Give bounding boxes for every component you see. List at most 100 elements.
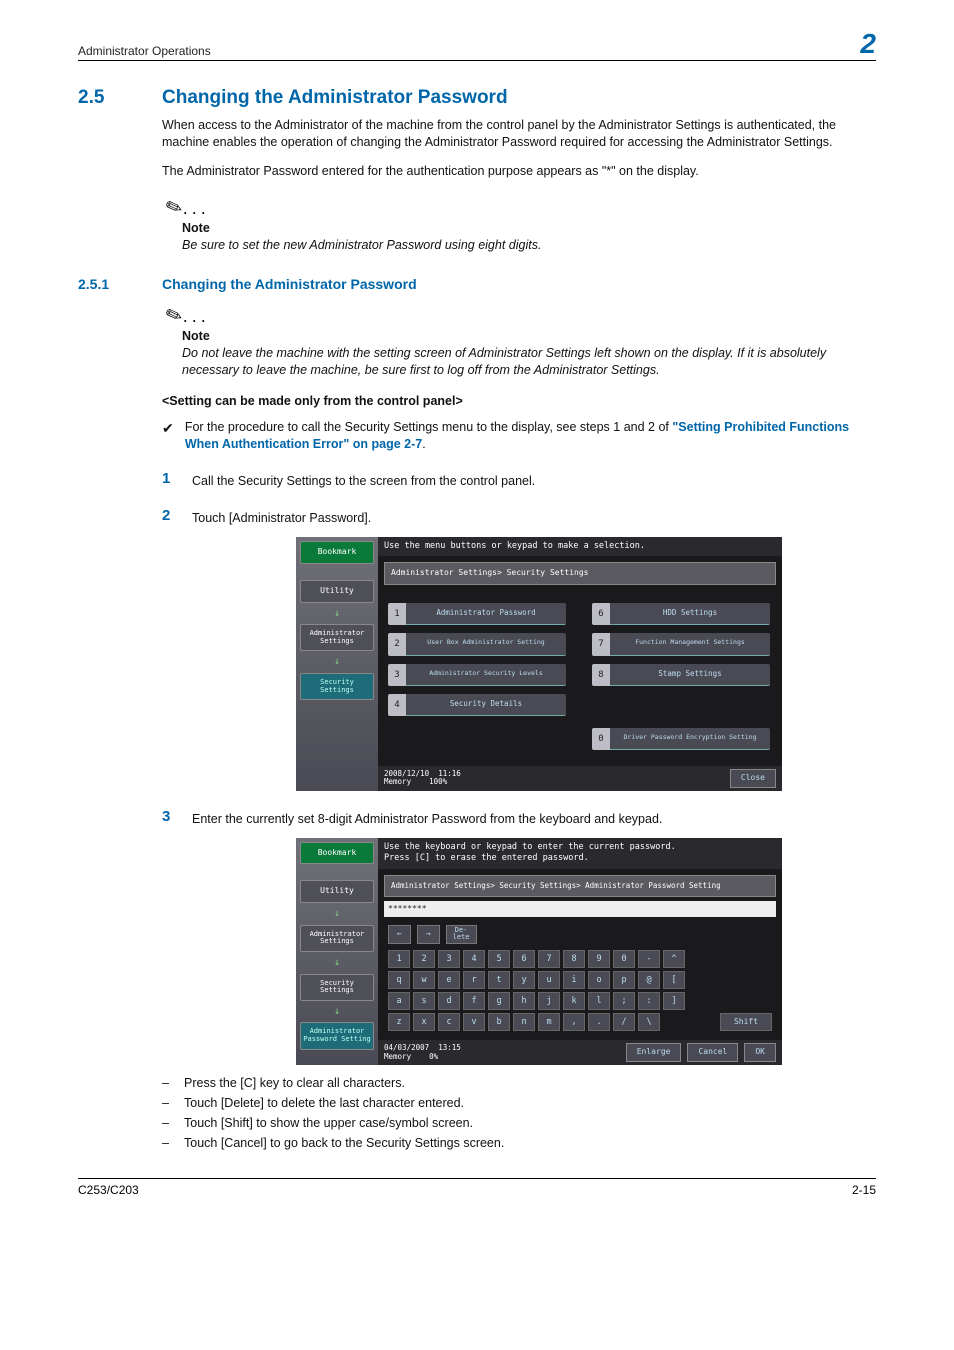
keyboard-key[interactable]: q (388, 971, 410, 989)
keyboard-key[interactable]: 9 (588, 950, 610, 968)
keyboard-key[interactable]: m (538, 1013, 560, 1031)
keyboard-key[interactable]: , (563, 1013, 585, 1031)
keyboard-key[interactable]: n (513, 1013, 535, 1031)
keyboard-key[interactable]: i (563, 971, 585, 989)
menu-grid: 1Administrator Password 6HDD Settings 2U… (378, 585, 782, 766)
keyboard-key[interactable]: \ (638, 1013, 660, 1031)
keyboard-key[interactable]: e (438, 971, 460, 989)
keyboard-key[interactable]: o (588, 971, 610, 989)
keyboard-key[interactable]: p (613, 971, 635, 989)
post-step-list: –Press the [C] key to clear all characte… (162, 1075, 876, 1152)
keyboard-key[interactable]: v (463, 1013, 485, 1031)
check-text: For the procedure to call the Security S… (185, 419, 876, 453)
arrow-down-icon: ↓ (300, 607, 374, 621)
keyboard-key[interactable]: ^ (663, 950, 685, 968)
menu-item-driver-pw-enc[interactable]: 0Driver Password Encryption Setting (592, 728, 770, 750)
keyboard-key[interactable]: t (488, 971, 510, 989)
bookmark-button[interactable]: Bookmark (300, 842, 374, 865)
keyboard-key[interactable]: : (638, 992, 660, 1010)
nav-utility[interactable]: Utility (300, 580, 374, 603)
keyboard-key[interactable]: 3 (438, 950, 460, 968)
nav-admin-pw-setting[interactable]: Administrator Password Setting (300, 1022, 374, 1049)
nav-admin-settings[interactable]: Administrator Settings (300, 624, 374, 651)
caret-left-button[interactable]: ← (388, 925, 411, 944)
page-footer: C253/C203 2-15 (78, 1178, 876, 1197)
panel-sidebar: Bookmark Utility ↓ Administrator Setting… (296, 838, 378, 1065)
body-paragraph: When access to the Administrator of the … (162, 117, 876, 151)
setting-scope-heading: <Setting can be made only from the contr… (162, 393, 876, 410)
keyboard-key[interactable]: 7 (538, 950, 560, 968)
close-button[interactable]: Close (730, 769, 776, 788)
cancel-button[interactable]: Cancel (687, 1043, 738, 1062)
keyboard-key[interactable]: 5 (488, 950, 510, 968)
keyboard-key[interactable]: 4 (463, 950, 485, 968)
panel-footer: 2008/12/10 11:16 Memory 100% Close (378, 766, 782, 791)
step-text: Touch [Administrator Password]. (192, 508, 371, 527)
keyboard-key[interactable]: s (413, 992, 435, 1010)
note-label: Note (182, 220, 876, 237)
ok-button[interactable]: OK (744, 1043, 776, 1062)
nav-security-settings[interactable]: Security Settings (300, 974, 374, 1001)
keyboard-key[interactable]: . (588, 1013, 610, 1031)
list-item: Press the [C] key to clear all character… (184, 1075, 405, 1092)
nav-utility[interactable]: Utility (300, 880, 374, 903)
list-item: Touch [Shift] to show the upper case/sym… (184, 1115, 473, 1132)
step-number: 1 (162, 471, 192, 486)
nav-security-settings[interactable]: Security Settings (300, 673, 374, 700)
keyboard-key[interactable]: d (438, 992, 460, 1010)
keyboard-key[interactable]: - (638, 950, 660, 968)
control-panel-screenshot-2: Bookmark Utility ↓ Administrator Setting… (296, 838, 782, 1065)
nav-admin-settings[interactable]: Administrator Settings (300, 925, 374, 952)
keyboard-key[interactable]: b (488, 1013, 510, 1031)
enlarge-button[interactable]: Enlarge (626, 1043, 682, 1062)
password-input[interactable]: ******** (384, 901, 776, 918)
keyboard-key[interactable]: ] (663, 992, 685, 1010)
keyboard-key[interactable]: f (463, 992, 485, 1010)
menu-item-security-details[interactable]: 4Security Details (388, 694, 566, 716)
keyboard-key[interactable]: 2 (413, 950, 435, 968)
keyboard-key[interactable]: z (388, 1013, 410, 1031)
note-body: Do not leave the machine with the settin… (182, 345, 876, 379)
menu-item-user-box-admin[interactable]: 2User Box Administrator Setting (388, 633, 566, 655)
keyboard-key[interactable]: @ (638, 971, 660, 989)
keyboard-key[interactable]: j (538, 992, 560, 1010)
menu-item-hdd-settings[interactable]: 6HDD Settings (592, 603, 770, 625)
shift-key[interactable]: Shift (720, 1013, 772, 1031)
keyboard-key[interactable]: r (463, 971, 485, 989)
keyboard-key[interactable]: k (563, 992, 585, 1010)
keyboard-key[interactable]: y (513, 971, 535, 989)
delete-button[interactable]: De- lete (446, 925, 477, 944)
footer-model: C253/C203 (78, 1183, 139, 1197)
keyboard-key[interactable]: 6 (513, 950, 535, 968)
keyboard-key[interactable]: g (488, 992, 510, 1010)
step: 2 Touch [Administrator Password]. (162, 508, 876, 527)
keyboard-key[interactable]: a (388, 992, 410, 1010)
menu-item-admin-password[interactable]: 1Administrator Password (388, 603, 566, 625)
menu-item-admin-sec-levels[interactable]: 3Administrator Security Levels (388, 664, 566, 686)
keyboard-key[interactable]: x (413, 1013, 435, 1031)
dots-icon: ... (183, 306, 210, 326)
menu-item-stamp-settings[interactable]: 8Stamp Settings (592, 664, 770, 686)
keyboard-key[interactable]: [ (663, 971, 685, 989)
keyboard-key[interactable]: 8 (563, 950, 585, 968)
keyboard-key[interactable]: w (413, 971, 435, 989)
section-title: Changing the Administrator Password (162, 87, 508, 109)
keyboard-key[interactable]: h (513, 992, 535, 1010)
keyboard-key[interactable]: ; (613, 992, 635, 1010)
step-number: 2 (162, 508, 192, 523)
step: 1 Call the Security Settings to the scre… (162, 471, 876, 490)
note-label: Note (182, 328, 876, 345)
keyboard-key[interactable]: u (538, 971, 560, 989)
keyboard-key[interactable]: l (588, 992, 610, 1010)
list-item: Touch [Cancel] to go back to the Securit… (184, 1135, 504, 1152)
keyboard-key[interactable]: 0 (613, 950, 635, 968)
bookmark-button[interactable]: Bookmark (300, 541, 374, 564)
keyboard-key[interactable]: 1 (388, 950, 410, 968)
caret-right-button[interactable]: → (417, 925, 440, 944)
check-bullet: ✔ For the procedure to call the Security… (162, 419, 876, 453)
menu-item-func-mgmt[interactable]: 7Function Management Settings (592, 633, 770, 655)
subsection-heading: 2.5.1 Changing the Administrator Passwor… (78, 276, 876, 292)
keyboard-key[interactable]: c (438, 1013, 460, 1031)
body-paragraph: The Administrator Password entered for t… (162, 163, 876, 180)
keyboard-key[interactable]: / (613, 1013, 635, 1031)
